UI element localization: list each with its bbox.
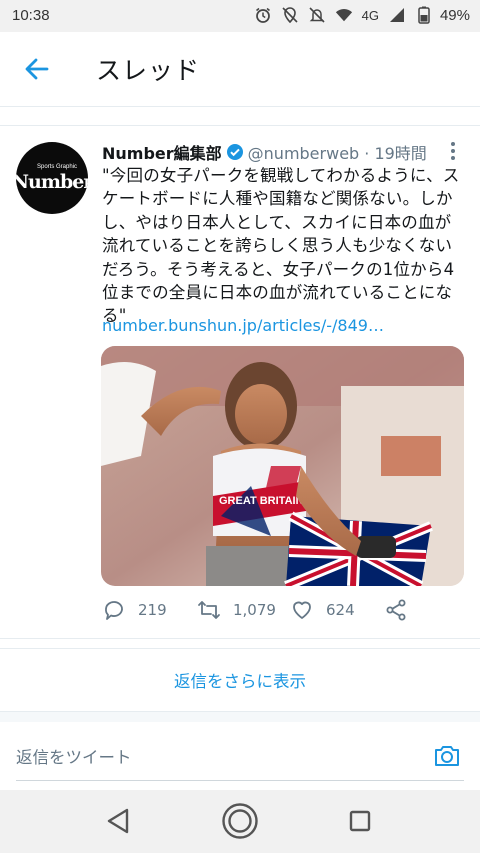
camera-icon [435,746,459,766]
divider [0,638,480,639]
reply-input-underline [16,780,464,781]
reply-count: 219 [138,601,167,619]
nav-home-button[interactable] [221,802,259,844]
share-button[interactable] [384,598,408,622]
retweet-count: 1,079 [233,601,276,619]
avatar-subtext: Sports Graphic [37,164,78,170]
tweet[interactable]: Sports Graphic Number Number編集部 @numberw… [0,126,480,638]
header-spacer [0,107,480,126]
square-recents-icon [349,810,371,832]
display-name[interactable]: Number編集部 [102,140,222,164]
avatar-logo-text: Number [16,171,88,193]
app-header: スレッド [0,32,480,107]
battery-percent: 49% [439,6,470,24]
heart-icon [293,601,311,619]
verified-badge-icon [226,144,243,160]
page-title: スレッド [96,56,201,85]
camera-button[interactable] [432,741,462,771]
image-jersey-text: GREAT BRITAIN [219,495,304,507]
handle-and-time: @numberweb · 19時間 [247,144,427,163]
network-label: 4G [361,7,379,23]
tweet-text: "今回の女子パークを観戦してわかるように、スケートボードに人種や国籍など関係ない… [102,166,460,326]
like-button[interactable]: 624 [290,598,355,622]
retweet-button[interactable]: 1,079 [197,598,276,622]
battery-icon [415,6,433,24]
arrow-left-icon [25,58,49,80]
section-separator [0,711,480,722]
more-vertical-icon [451,142,455,160]
more-options-button[interactable] [446,140,460,162]
nav-recents-button[interactable] [349,810,371,836]
tweet-header: Number編集部 @numberweb · 19時間 [102,140,427,164]
system-nav-bar [0,790,480,853]
signal-icon [388,6,406,24]
retweet-icon [198,601,220,619]
wifi-icon [335,6,353,24]
circle-home-icon [222,803,258,839]
status-icons: 4G 49% [254,6,470,24]
reply-icon [105,601,123,620]
tweet-link[interactable]: number.bunshun.jp/articles/-/849… [102,316,384,335]
reply-input[interactable]: 返信をツイート [16,744,132,768]
divider [0,648,480,649]
mute-icon [308,6,326,24]
like-count: 624 [326,601,355,619]
triangle-back-icon [107,808,129,834]
reply-button[interactable]: 219 [102,598,167,622]
share-icon [386,599,406,621]
location-off-icon [281,6,299,24]
nav-back-button[interactable] [105,807,131,839]
skateboarder-photo: GREAT BRITAIN [101,346,464,586]
avatar[interactable]: Sports Graphic Number [16,142,88,214]
back-button[interactable] [22,54,52,84]
status-bar: 10:38 4G 49% [0,0,480,32]
tweet-image[interactable]: GREAT BRITAIN [101,346,464,586]
status-time: 10:38 [12,7,50,24]
tweet-actions: 219 1,079 624 [102,598,442,628]
reply-composer: 返信をツイート [0,722,480,788]
alarm-icon [254,6,272,24]
show-more-replies-button[interactable]: 返信をさらに表示 [0,650,480,710]
